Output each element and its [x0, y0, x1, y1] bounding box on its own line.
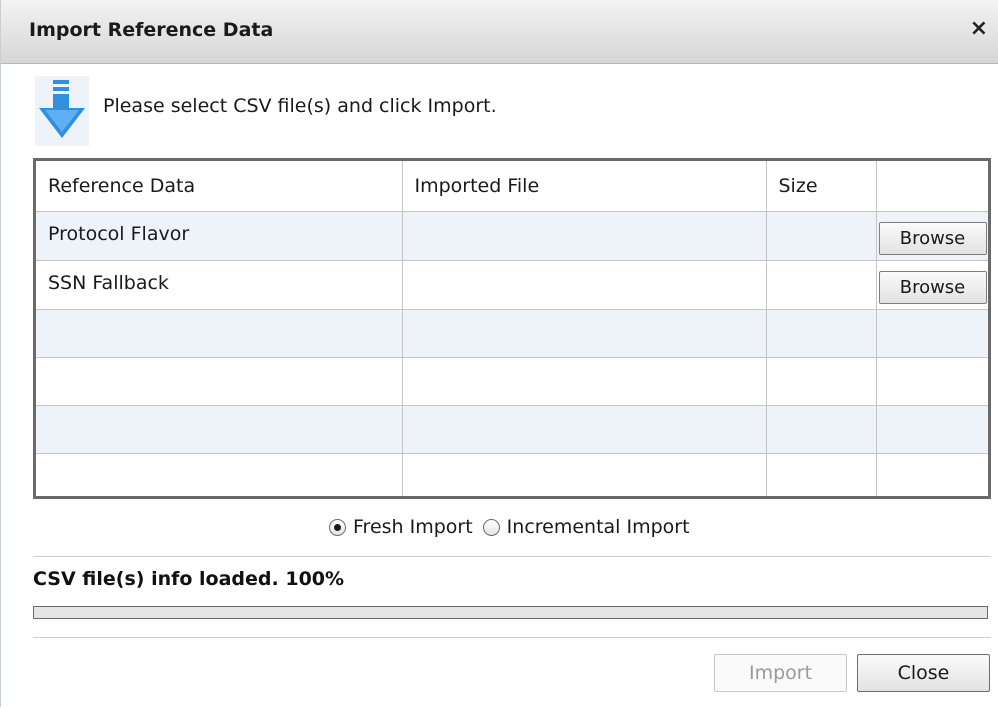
imported-file-cell	[402, 405, 767, 454]
column-header-action	[876, 161, 988, 212]
divider	[33, 637, 991, 638]
reference-cell: Protocol Flavor	[36, 211, 403, 261]
column-header-imported-file[interactable]: Imported File	[402, 161, 767, 212]
imported-file-cell	[402, 357, 767, 406]
imported-file-cell	[402, 453, 767, 496]
action-cell: Browse	[876, 211, 988, 261]
table-row	[36, 309, 988, 358]
action-cell	[876, 309, 988, 358]
reference-data-grid: Reference Data Imported File Size Protoc…	[33, 158, 991, 499]
size-cell	[766, 260, 877, 310]
reference-cell	[36, 405, 403, 454]
incremental-import-radio[interactable]	[482, 518, 500, 536]
size-cell	[766, 309, 877, 358]
reference-cell	[36, 357, 403, 406]
table-row	[36, 453, 988, 496]
imported-file-cell	[402, 211, 767, 261]
dialog-titlebar[interactable]: Import Reference Data ×	[1, 0, 998, 64]
close-button[interactable]: Close	[857, 654, 990, 692]
action-cell	[876, 453, 988, 496]
reference-cell	[36, 453, 403, 496]
browse-button-protocol-flavor[interactable]: Browse	[878, 222, 987, 255]
table-row	[36, 357, 988, 406]
reference-data-table: Reference Data Imported File Size Protoc…	[36, 161, 988, 496]
size-cell	[766, 357, 877, 406]
action-cell	[876, 405, 988, 454]
progress-bar	[33, 606, 988, 619]
reference-cell	[36, 309, 403, 358]
incremental-import-label[interactable]: Incremental Import	[507, 516, 690, 538]
table-row[interactable]: SSN Fallback Browse	[36, 260, 988, 310]
size-cell	[766, 453, 877, 496]
imported-file-cell	[402, 260, 767, 310]
dialog-title: Import Reference Data	[29, 19, 274, 41]
size-cell	[766, 211, 877, 261]
action-cell	[876, 357, 988, 406]
imported-file-cell	[402, 309, 767, 358]
column-header-reference-data[interactable]: Reference Data	[36, 161, 403, 212]
table-row	[36, 405, 988, 454]
browse-button-ssn-fallback[interactable]: Browse	[878, 271, 987, 304]
instruction-text: Please select CSV file(s) and click Impo…	[103, 95, 497, 117]
table-header-row: Reference Data Imported File Size	[36, 161, 988, 212]
table-row[interactable]: Protocol Flavor Browse	[36, 211, 988, 261]
status-text: CSV file(s) info loaded. 100%	[33, 568, 345, 590]
progress-bar-fill	[34, 607, 987, 618]
import-mode-radio-group: Fresh Import Incremental Import	[329, 516, 700, 538]
import-arrow-down-icon	[35, 76, 89, 146]
action-cell: Browse	[876, 260, 988, 310]
close-icon[interactable]: ×	[970, 16, 988, 41]
fresh-import-label[interactable]: Fresh Import	[353, 516, 473, 538]
column-header-size[interactable]: Size	[766, 161, 877, 212]
import-button[interactable]: Import	[714, 654, 847, 692]
reference-cell: SSN Fallback	[36, 260, 403, 310]
import-reference-data-dialog: Import Reference Data × Please select CS…	[0, 0, 998, 707]
fresh-import-radio[interactable]	[329, 518, 346, 536]
divider	[33, 556, 991, 557]
size-cell	[766, 405, 877, 454]
